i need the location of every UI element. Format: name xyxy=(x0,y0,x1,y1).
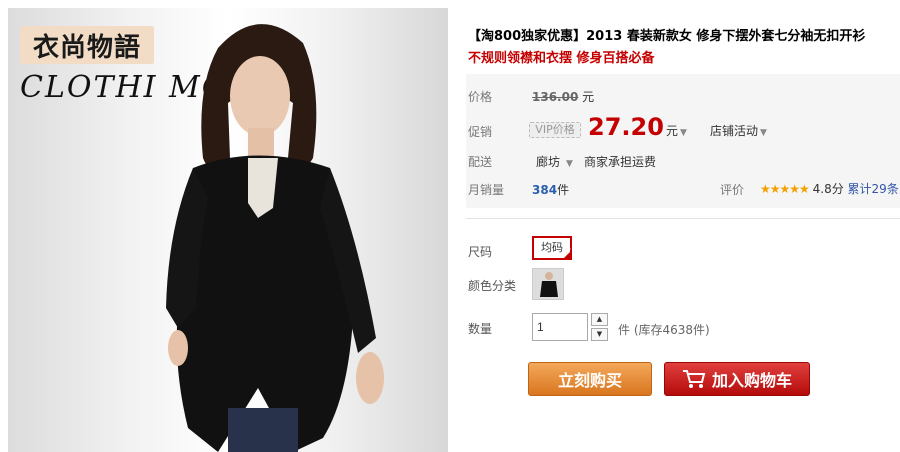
size-option-selected[interactable]: 均码 xyxy=(532,236,572,261)
size-option-label: 均码 xyxy=(541,241,563,254)
quantity-decrease-button[interactable]: ▼ xyxy=(591,328,608,341)
buy-now-button[interactable]: 立刻购买 xyxy=(528,362,652,396)
shopping-cart-icon xyxy=(682,370,706,388)
quantity-increase-button[interactable]: ▲ xyxy=(591,313,608,326)
currency-dropdown[interactable]: 元 ▼ xyxy=(666,122,687,139)
color-option-thumbnail[interactable] xyxy=(532,268,564,300)
rating: ★★★★★ 4.8分 累计29条 xyxy=(760,180,899,197)
chevron-down-icon: ▼ xyxy=(680,128,687,138)
quantity-label: 数量 xyxy=(468,322,493,336)
promo-label: 促销 xyxy=(468,125,493,139)
sale-price: 27.20 xyxy=(588,113,664,141)
quantity-input[interactable] xyxy=(532,313,588,341)
delivery-label: 配送 xyxy=(468,155,493,169)
shipping-note: 商家承担运费 xyxy=(584,155,657,169)
rating-label: 评价 xyxy=(720,183,745,197)
add-to-cart-label: 加入购物车 xyxy=(711,371,792,390)
product-title: 【淘800独家优惠】2013 春装新款女 修身下摆外套七分袖无扣开衫 xyxy=(468,29,866,44)
product-image[interactable]: 衣尚物語 CLOTHI MOON xyxy=(8,8,448,452)
store-activity-label: 店铺活动 xyxy=(710,124,759,138)
monthly-sales-unit: 件 xyxy=(557,183,570,197)
monthly-sales: 384件 xyxy=(532,181,569,198)
product-subtitle: 不规则领襟和衣摆 修身百搭必备 xyxy=(468,51,655,66)
review-count-link[interactable]: 累计29条 xyxy=(848,182,899,196)
original-price-unit: 元 xyxy=(582,90,595,104)
monthly-sales-count: 384 xyxy=(532,183,558,197)
caret-down-icon: ▼ xyxy=(566,159,573,169)
stock-info: 件 (库存4638件) xyxy=(618,323,710,337)
store-activity-dropdown[interactable]: 店铺活动 ▼ xyxy=(710,122,767,139)
original-price-value: 136.00 xyxy=(532,90,579,104)
buy-now-label: 立刻购买 xyxy=(557,371,622,390)
delivery-location-dropdown[interactable]: 廊坊 ▼ xyxy=(536,153,573,170)
currency-label: 元 xyxy=(666,124,679,138)
check-icon xyxy=(562,241,572,261)
star-rating-icon: ★★★★★ xyxy=(760,182,810,196)
vip-price-badge: VIP价格 xyxy=(529,122,581,138)
monthly-sales-label: 月销量 xyxy=(468,183,505,197)
original-price: 136.00 元 xyxy=(532,88,594,105)
color-label: 颜色分类 xyxy=(468,279,517,293)
color-swatch-image xyxy=(533,269,563,299)
chevron-down-icon: ▼ xyxy=(760,128,767,138)
price-label: 价格 xyxy=(468,90,493,104)
size-label: 尺码 xyxy=(468,245,493,259)
divider xyxy=(466,218,900,219)
delivery-location: 廊坊 xyxy=(536,155,561,169)
product-info-panel: 【淘800独家优惠】2013 春装新款女 修身下摆外套七分袖无扣开衫 不规则领襟… xyxy=(462,0,900,452)
add-to-cart-button[interactable]: 加入购物车 xyxy=(664,362,810,396)
rating-score: 4.8分 xyxy=(812,182,844,196)
model-figure xyxy=(166,24,384,452)
